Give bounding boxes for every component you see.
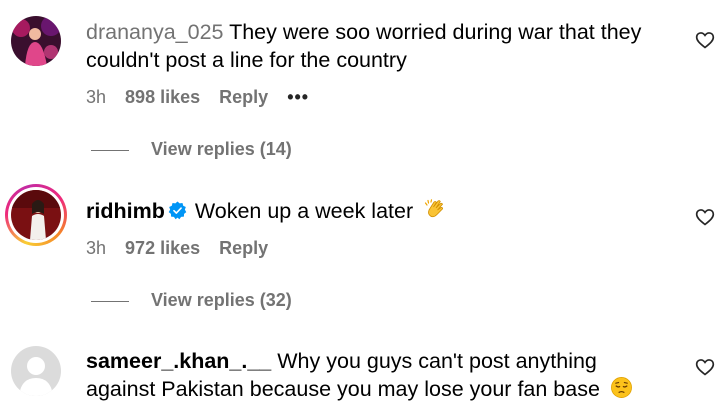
view-replies-label: View replies (32) [151,290,292,310]
comment-username[interactable]: ridhimb [86,199,165,223]
comment-username[interactable]: drananya_025 [86,20,223,44]
comment-likes[interactable]: 972 likes [125,238,200,258]
comment-meta: 3h 972 likes Reply [86,237,282,259]
avatar[interactable] [11,190,61,240]
reply-button[interactable]: Reply [219,87,268,107]
heart-icon[interactable] [695,357,715,377]
clapping-hands-icon [425,199,444,218]
comment-meta: 3h 898 likes Reply ••• [86,86,323,108]
comment-body: ridhimb Woken up a week later [86,197,666,225]
comment-body: sameer_.khan_.__ Why you guys can't post… [86,347,666,403]
comment-time: 3h [86,238,107,258]
view-replies-button[interactable]: View replies (14) [91,138,292,160]
comment-body: drananya_025 They were soo worried durin… [86,18,666,74]
view-replies-button[interactable]: View replies (32) [91,289,292,311]
heart-icon[interactable] [695,30,715,50]
avatar[interactable] [11,346,61,396]
story-ring[interactable] [5,184,67,246]
heart-icon[interactable] [695,207,715,227]
comment-likes[interactable]: 898 likes [125,87,200,107]
verified-badge-icon [168,201,187,220]
comment-time: 3h [86,87,107,107]
comment-username[interactable]: sameer_.khan_.__ [86,349,271,373]
replies-divider [91,300,129,302]
reply-button[interactable]: Reply [219,238,268,258]
view-replies-label: View replies (14) [151,139,292,159]
replies-divider [91,149,129,151]
avatar[interactable] [11,16,61,66]
more-options-icon[interactable]: ••• [287,87,309,107]
comment-text: Woken up a week later [194,199,414,223]
pensive-face-icon [610,377,632,398]
